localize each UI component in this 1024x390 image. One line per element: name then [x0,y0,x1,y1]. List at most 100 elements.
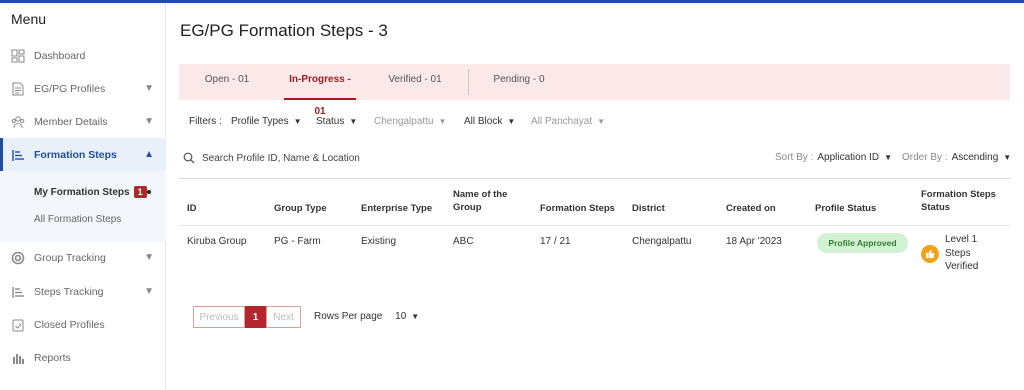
cell-group-name: ABC [453,236,474,247]
caret-down-icon: ▼ [349,117,358,126]
caret-down-icon: ▼ [411,312,420,321]
sidebar-item-dashboard[interactable]: Dashboard [0,39,166,72]
header-line: Name of the [453,189,508,200]
col-header-formation-steps: Formation Steps [540,203,615,214]
tab-in-progress[interactable]: In-Progress - 01 [284,64,356,117]
caret-down-icon: ▼ [293,117,302,126]
sidebar: Menu Dashboard EG/PG Profiles ▼ Member D… [0,3,166,390]
profile-types-dropdown[interactable]: Profile Types ▼ [231,116,302,127]
order-value: Ascending [951,152,999,163]
status-line: Verified [945,261,979,272]
search-input[interactable] [202,150,462,166]
panchayat-dropdown[interactable]: All Panchayat ▼ [531,116,605,127]
sidebar-item-label: Formation Steps [34,148,117,161]
rows-per-page-select[interactable]: 10 ▼ [395,311,419,322]
submenu-item-all-formation-steps[interactable]: All Formation Steps [34,214,121,225]
cell-enterprise-type: Existing [361,236,397,247]
sidebar-item-egpg-profiles[interactable]: EG/PG Profiles ▼ [0,72,166,105]
col-header-group-name: Name of the Group [453,188,507,214]
chevron-down-icon: ▼ [144,116,154,127]
header-line: Formation Steps [921,189,996,200]
col-header-created-on: Created on [726,203,776,214]
submenu-item-label: My Formation Steps [34,187,130,198]
status-dropdown[interactable]: Status ▼ [316,116,357,127]
filters-label: Filters : [189,116,222,127]
order-label: Order By : [902,152,948,163]
count-badge: 1 [133,186,147,198]
sidebar-item-label: Steps Tracking [34,285,104,298]
sidebar-item-label: Group Tracking [34,251,106,264]
sidebar-item-group-tracking[interactable]: Group Tracking ▼ [0,241,166,274]
thumbs-up-icon [921,245,939,263]
sort-label: Sort By : [775,152,814,163]
page-number-button[interactable]: 1 [245,306,266,328]
cell-group-type: PG - Farm [274,236,321,247]
search-icon [183,151,195,164]
cell-created-on: 18 Apr '2023 [726,236,782,247]
status-line: Steps [945,247,971,259]
dropdown-value: All Block [464,116,503,127]
sidebar-item-label: EG/PG Profiles [34,82,106,95]
cell-fs-status: Level 1 Steps Verified [945,233,1005,274]
sidebar-item-reports[interactable]: Reports [0,341,166,374]
sort-value: Application ID [817,152,880,163]
next-button[interactable]: Next [266,306,301,328]
page-title: EG/PG Formation Steps - 3 [180,21,388,40]
sidebar-item-steps-tracking[interactable]: Steps Tracking ▼ [0,275,166,308]
status-tabs: Open - 01 In-Progress - 01 Verified - 01… [179,64,1010,117]
status-badge: Profile Approved [817,233,908,253]
caret-down-icon: ▼ [507,117,516,126]
table-header-divider [179,225,1010,226]
tab-pending[interactable]: Pending - 0 [489,64,549,100]
tab-open[interactable]: Open - 01 [197,64,257,100]
block-dropdown[interactable]: All Block ▼ [464,116,515,127]
sidebar-item-formation-steps[interactable]: Formation Steps ▲ [0,138,166,171]
sidebar-item-closed-profiles[interactable]: Closed Profiles [0,308,166,341]
cell-formation-steps: 17 / 21 [540,236,571,247]
dropdown-value: Chengalpattu [374,116,434,127]
header-line: Group [453,202,482,213]
tab-divider [468,69,469,95]
closed-profiles-icon [11,318,25,332]
col-header-group-type: Group Type [274,203,327,214]
sidebar-item-member-details[interactable]: Member Details ▼ [0,105,166,138]
chevron-up-icon: ▲ [144,149,154,160]
chevron-down-icon: ▼ [144,252,154,263]
sidebar-item-label: Closed Profiles [34,318,105,331]
steps-tracking-icon [11,285,25,299]
col-header-enterprise-type: Enterprise Type [361,203,433,214]
sidebar-item-label: Member Details [34,115,108,128]
cell-id: Kiruba Group [187,236,247,247]
caret-down-icon: ▼ [1003,153,1012,162]
previous-button[interactable]: Previous [193,306,245,328]
pagination: Previous 1 Next [193,306,301,328]
status-line: Level 1 [945,234,978,245]
group-tracking-icon [11,251,25,265]
chevron-down-icon: ▼ [144,83,154,94]
table-top-divider [179,178,1010,179]
dashboard-icon [11,49,25,63]
formation-steps-submenu: My Formation Steps 1 All Formation Steps [0,171,166,242]
header-line: Status [921,202,951,213]
caret-down-icon: ▼ [438,117,447,126]
formation-steps-icon [11,148,25,162]
submenu-item-my-formation-steps[interactable]: My Formation Steps 1 [34,186,147,198]
sort-by-dropdown[interactable]: Sort By : Application ID ▼ [775,152,892,163]
sidebar-item-label: Dashboard [34,49,86,62]
members-icon [11,115,25,129]
tab-verified[interactable]: Verified - 01 [382,64,448,100]
rows-per-page-label: Rows Per page [314,311,383,322]
district-dropdown[interactable]: Chengalpattu ▼ [374,116,446,127]
dropdown-value: Status [316,116,345,127]
chevron-down-icon: ▼ [144,286,154,297]
sidebar-item-label: Reports [34,351,71,364]
order-by-dropdown[interactable]: Order By : Ascending ▼ [902,152,1011,163]
rows-per-page: Rows Per page 10 ▼ [314,311,419,322]
cell-district: Chengalpattu [632,236,692,247]
dropdown-value: Profile Types [231,116,289,127]
col-header-profile-status: Profile Status [815,203,877,214]
rows-per-page-value: 10 [395,311,407,322]
caret-down-icon: ▼ [597,117,606,126]
dropdown-value: All Panchayat [531,116,593,127]
menu-title: Menu [11,11,47,27]
